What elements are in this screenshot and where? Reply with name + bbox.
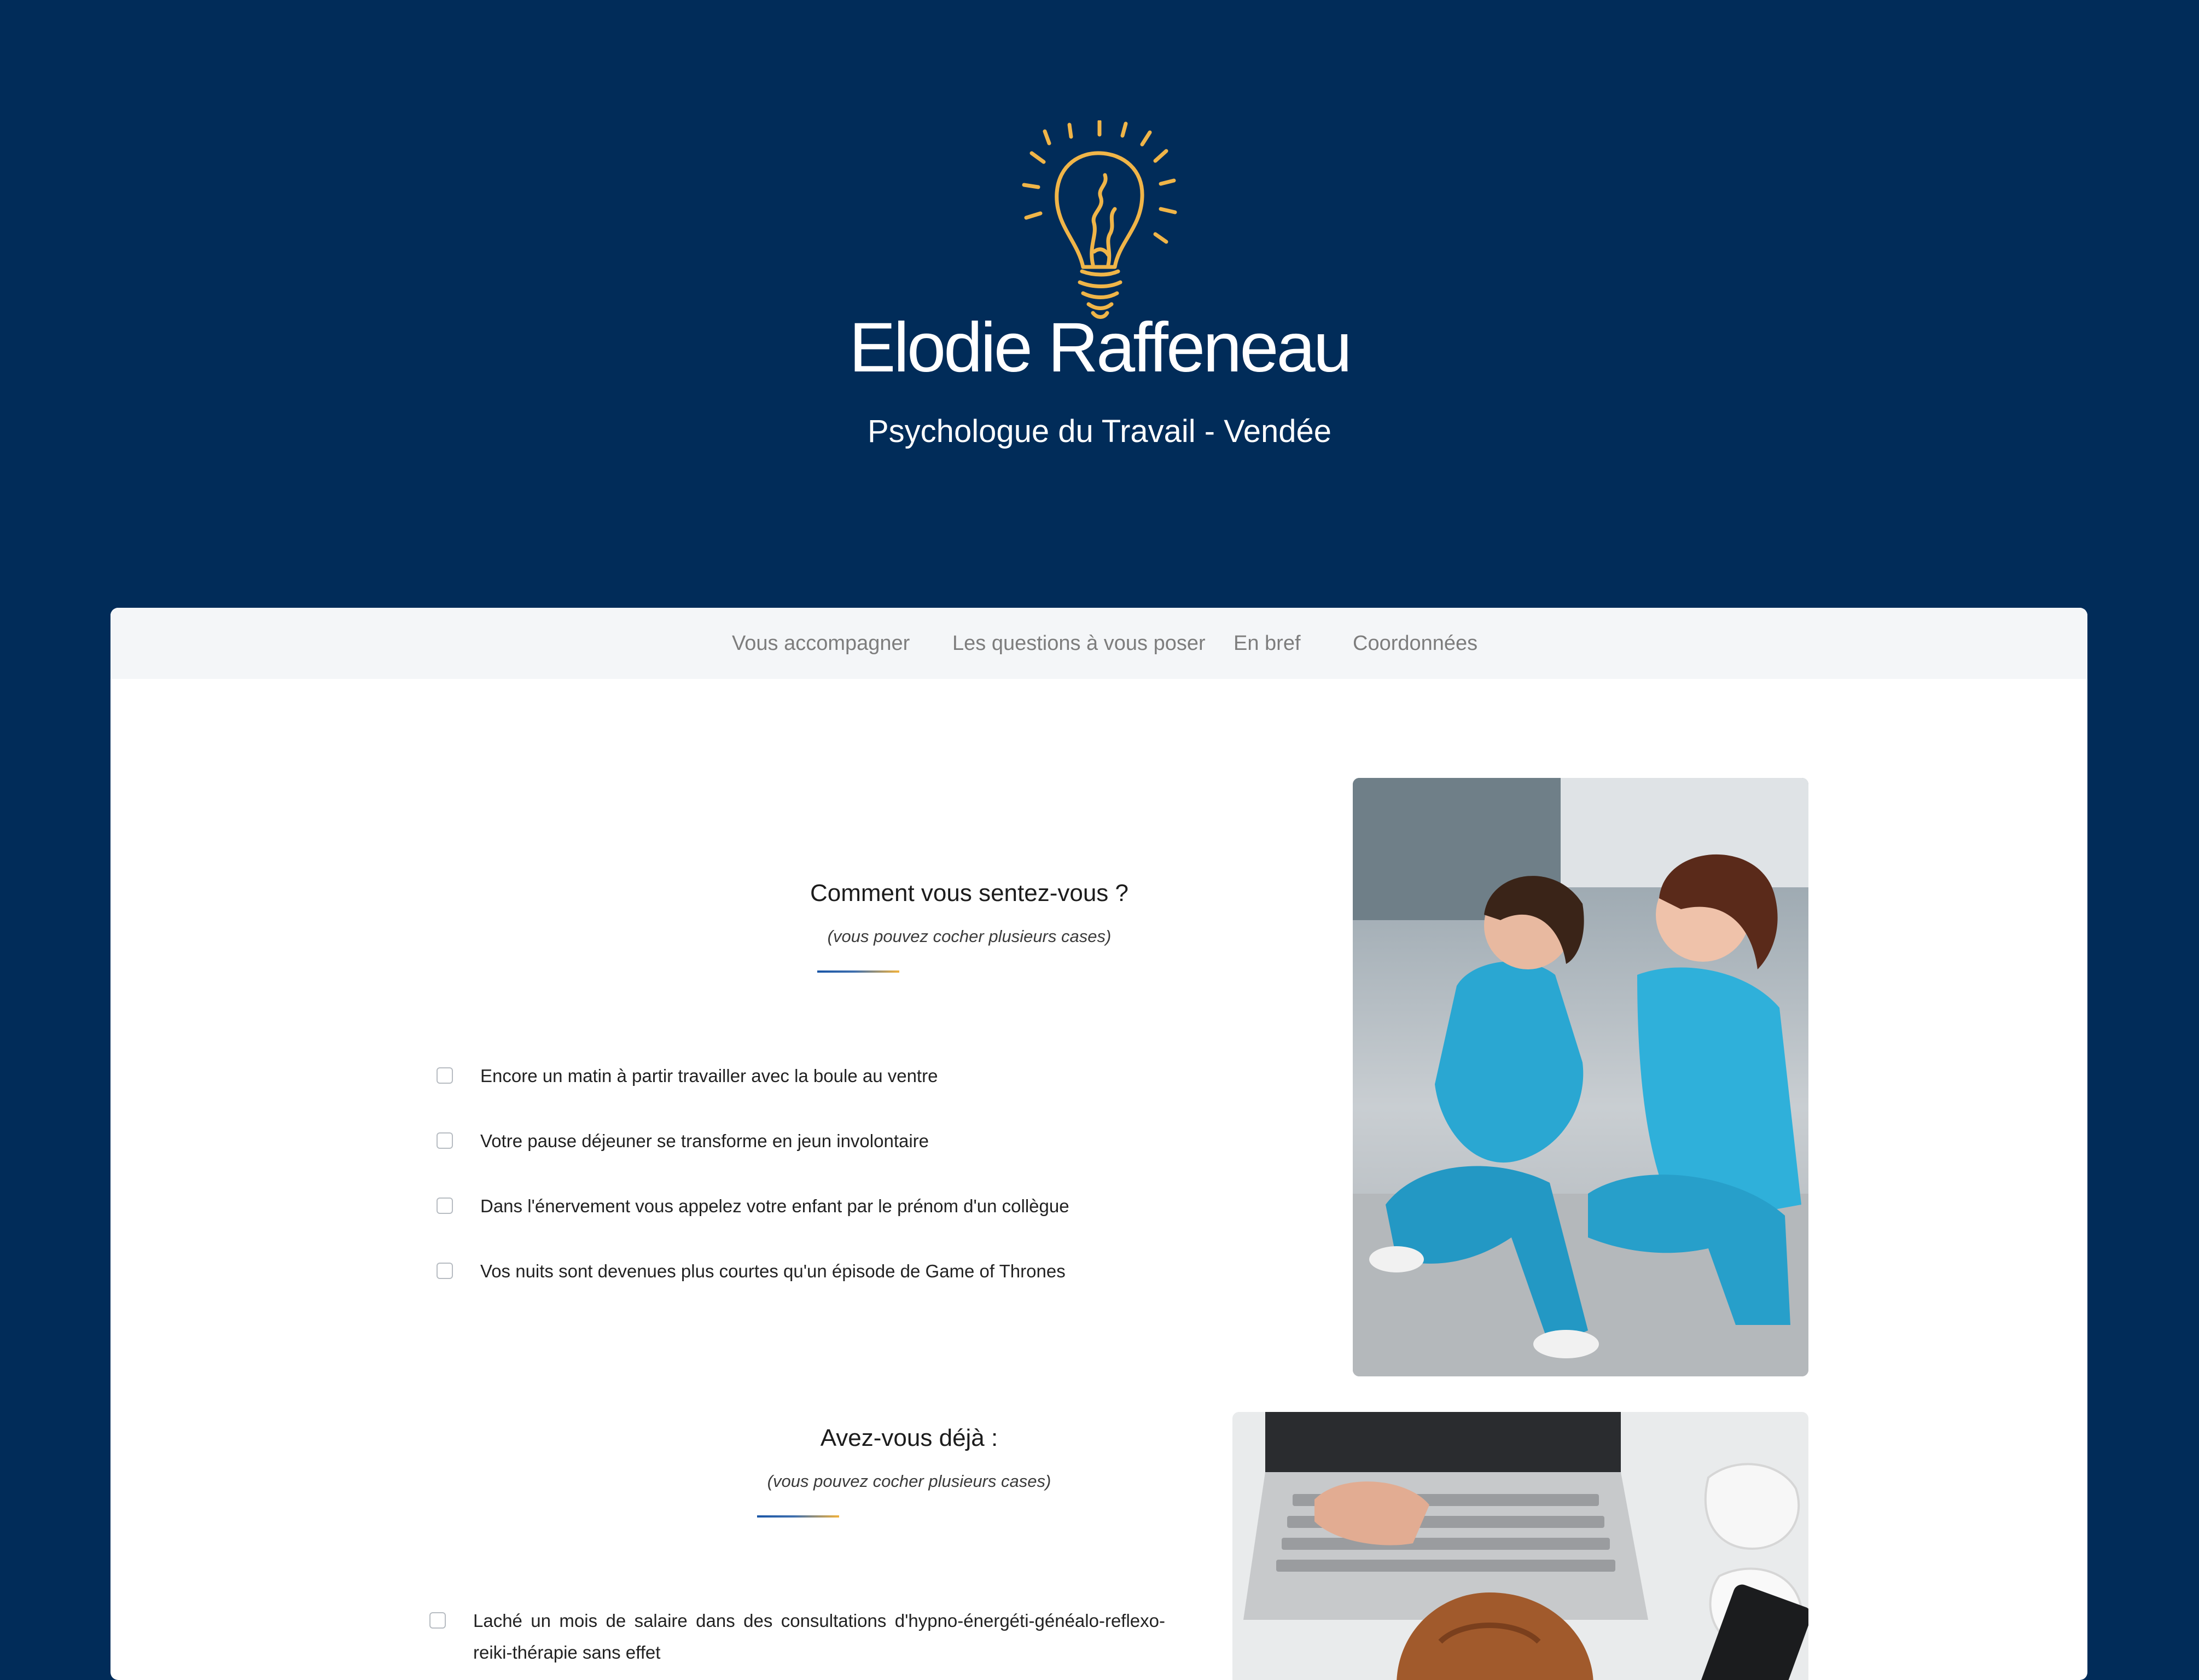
checkbox[interactable]	[437, 1263, 453, 1279]
section2-heading: Avez-vous déjà :	[820, 1425, 998, 1451]
checkbox-label: Laché un mois de salaire dans des consul…	[473, 1611, 1165, 1662]
checkbox-label: Encore un matin à partir travailler avec…	[480, 1066, 938, 1086]
site-title: Elodie Raffeneau	[849, 309, 1352, 387]
site-subtitle: Psychologue du Travail - Vendée	[868, 414, 1331, 449]
section1-note: (vous pouvez cocher plusieurs cases)	[827, 927, 1112, 946]
nav-item-en-bref[interactable]: En bref	[1234, 632, 1301, 655]
section1-divider	[817, 970, 899, 973]
content-card: Vous accompagner Les questions à vous po…	[110, 608, 2087, 1680]
lightbulb-icon	[1022, 120, 1177, 319]
checkbox[interactable]	[437, 1197, 453, 1214]
checkbox[interactable]	[437, 1067, 453, 1084]
section2-note: (vous pouvez cocher plusieurs cases)	[767, 1472, 1051, 1491]
checkbox-label: Vos nuits sont devenues plus courtes qu'…	[480, 1261, 1066, 1281]
photo-nurses	[1353, 778, 1808, 1376]
section1-heading: Comment vous sentez-vous ?	[810, 880, 1129, 906]
checkbox-row[interactable]: Dans l'énervement vous appelez votre enf…	[437, 1196, 1069, 1222]
checkbox-label: Dans l'énervement vous appelez votre enf…	[480, 1196, 1069, 1216]
nav-item-les-questions[interactable]: Les questions à vous poser	[952, 632, 1206, 655]
section2-divider	[757, 1515, 839, 1518]
hero-header: Elodie Raffeneau Psychologue du Travail …	[0, 0, 2199, 607]
nav-item-vous-accompagner[interactable]: Vous accompagner	[732, 632, 910, 655]
photo-laptop	[1232, 1412, 1808, 1680]
nav-item-coordonnees[interactable]: Coordonnées	[1353, 632, 1477, 655]
checkbox-row[interactable]: Encore un matin à partir travailler avec…	[437, 1066, 938, 1092]
checkbox-row[interactable]: Laché un mois de salaire dans des consul…	[429, 1611, 1283, 1669]
checkbox[interactable]	[437, 1132, 453, 1149]
checkbox-row[interactable]: Vos nuits sont devenues plus courtes qu'…	[437, 1261, 1066, 1287]
checkbox-row[interactable]: Votre pause déjeuner se transforme en je…	[437, 1131, 929, 1157]
checkbox-label: Votre pause déjeuner se transforme en je…	[480, 1131, 929, 1151]
main-navigation: Vous accompagner Les questions à vous po…	[110, 608, 2087, 679]
checkbox[interactable]	[429, 1612, 446, 1629]
